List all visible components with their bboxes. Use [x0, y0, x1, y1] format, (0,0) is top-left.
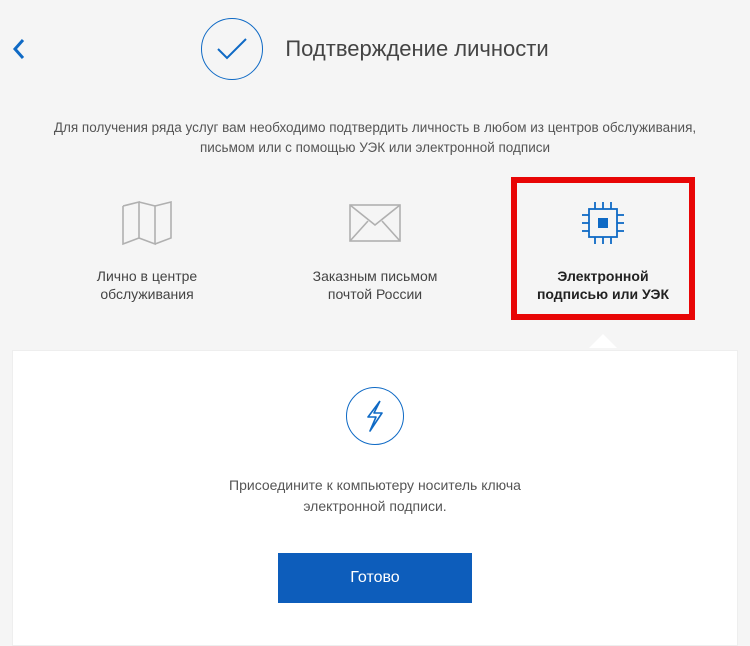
option-mail[interactable]: Заказным письмом почтой России: [285, 193, 465, 323]
option-label: Лично в центре обслуживания: [97, 267, 197, 305]
esignature-panel: Присоедините к компьютеру носитель ключа…: [12, 350, 738, 646]
ready-button[interactable]: Готово: [278, 553, 471, 603]
intro-text: Для получения ряда услуг вам необходимо …: [0, 100, 750, 169]
option-in-person[interactable]: Лично в центре обслуживания: [57, 193, 237, 323]
envelope-icon: [348, 193, 402, 253]
chevron-left-icon: [12, 38, 26, 60]
verification-options: Лично в центре обслуживания Заказным пис…: [0, 169, 750, 323]
intro-line2: письмом или с помощью УЭК или электронно…: [200, 140, 550, 155]
back-button[interactable]: [12, 38, 26, 65]
intro-line1: Для получения ряда услуг вам необходимо …: [54, 120, 696, 135]
page-header: Подтверждение личности: [0, 0, 750, 100]
option-esignature[interactable]: Электронной подписью или УЭК: [513, 193, 693, 323]
header-check-circle: [201, 18, 263, 80]
panel-icon-circle: [346, 387, 404, 445]
lightning-icon: [362, 399, 388, 433]
page-title: Подтверждение личности: [285, 36, 548, 62]
option-label: Электронной подписью или УЭК: [537, 267, 669, 305]
check-icon: [214, 35, 250, 63]
option-label: Заказным письмом почтой России: [313, 267, 438, 305]
panel-instruction: Присоедините к компьютеру носитель ключа…: [43, 475, 707, 517]
map-icon: [121, 193, 173, 253]
chip-icon: [578, 193, 628, 253]
